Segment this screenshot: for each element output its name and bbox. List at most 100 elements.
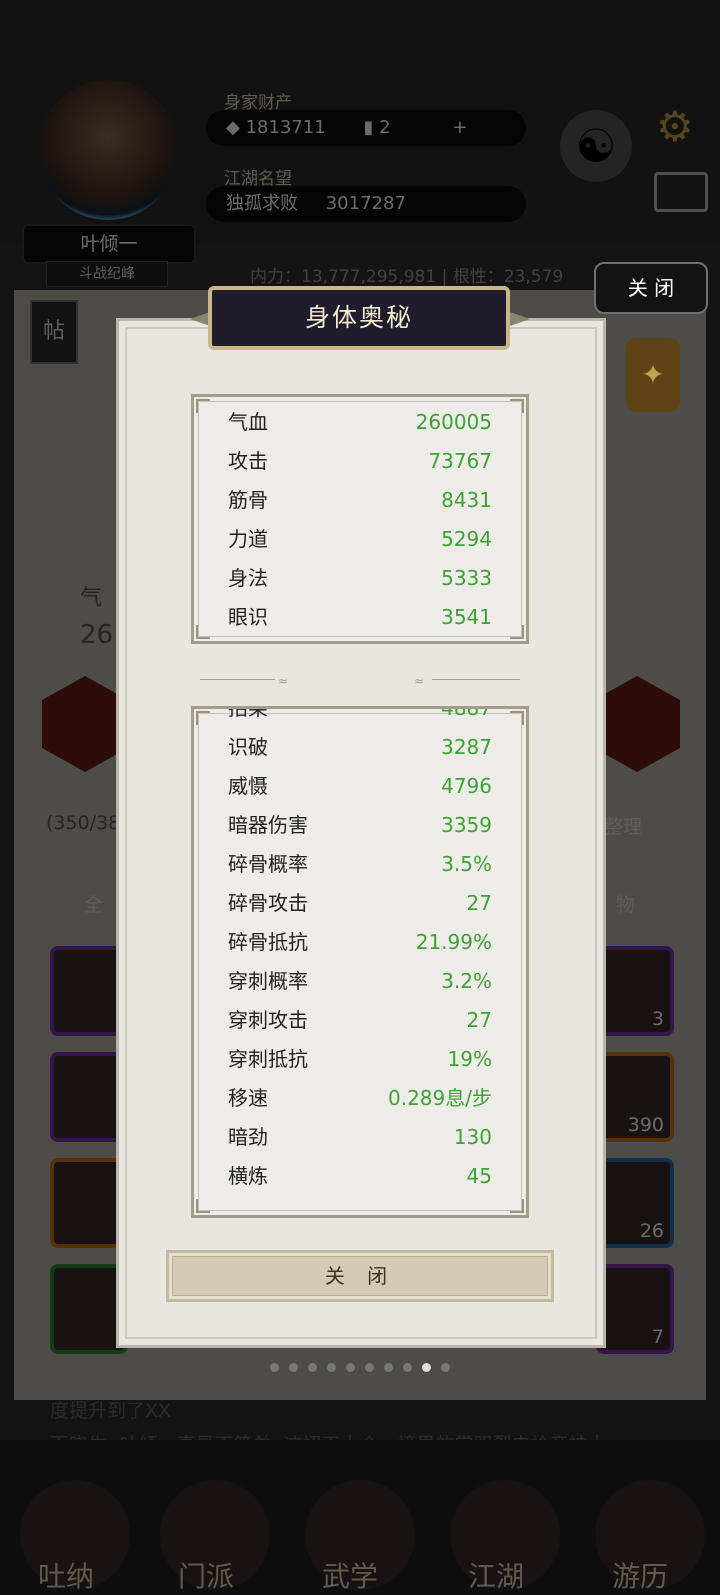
section-divider: ≈ ≈ (200, 674, 520, 688)
stat-name: 攻击 (228, 449, 268, 473)
nav-label: 吐纳 (38, 1560, 95, 1593)
reputation-pill: 独孤求败 3017287 (206, 186, 526, 222)
stat-row: 威慑 4796 (228, 767, 492, 806)
inventory-slot[interactable]: 3 (596, 946, 674, 1036)
stat-row: 筋骨 8431 (228, 481, 492, 520)
stat-value: 3.2% (441, 969, 492, 993)
stat-row: 穿刺概率 3.2% (228, 962, 492, 1001)
nav-label: 门派 (178, 1560, 235, 1593)
dialog-title: 身体奥秘 (208, 286, 510, 350)
stat-row: 招架 4887 (228, 709, 492, 728)
player-title: 独孤求败 (226, 193, 298, 214)
stat-value: 5333 (441, 566, 492, 590)
advanced-stats-scroll[interactable]: 招架 4887 识破 3287 威慑 4796 暗器伤害 3359 碎骨概率 3.5% 碎骨攻击 27… (194, 709, 526, 1215)
player-rank: 斗战纪峰 (46, 261, 168, 287)
page-dot (403, 1363, 412, 1372)
stat-name: 威慑 (228, 774, 268, 798)
stat-value: 27 (466, 891, 492, 915)
stat-value: 4796 (441, 774, 492, 798)
stat-value: 8431 (441, 488, 492, 512)
player-name: 叶倾一 (22, 224, 196, 264)
gear-icon[interactable]: ⚙ (656, 102, 694, 151)
close-top-button[interactable]: 关 闭 (594, 262, 708, 314)
reputation-value: 3017287 (325, 193, 406, 214)
basic-stats-box: 气血 260005 攻击 73767 筋骨 8431 力道 5294 身法 5333 眼识 3541 (191, 394, 529, 644)
stat-row: 身法 5333 (228, 559, 492, 598)
stat-value: 19% (447, 1047, 492, 1071)
stat-value: 130 (453, 1125, 492, 1149)
sort-button[interactable]: 整理 (604, 812, 642, 839)
bag-capacity: (350/38 (46, 812, 121, 834)
inventory-slot[interactable]: 7 (596, 1264, 674, 1354)
taiji-icon[interactable]: ☯ (560, 110, 632, 182)
stat-name: 碎骨概率 (228, 852, 308, 876)
page-dot (270, 1363, 279, 1372)
inventory-slot[interactable]: 26 (596, 1158, 674, 1248)
page-dot (346, 1363, 355, 1372)
stat-name: 移速 (228, 1086, 268, 1110)
advanced-stats-box[interactable]: 招架 4887 识破 3287 威慑 4796 暗器伤害 3359 碎骨概率 3.5% 碎骨攻击 27… (191, 706, 529, 1218)
page-dot (327, 1363, 336, 1372)
stat-name: 暗器伤害 (228, 813, 308, 837)
nav-label: 江湖 (468, 1560, 525, 1593)
stat-name: 穿刺攻击 (228, 1008, 308, 1032)
page-dot (365, 1363, 374, 1372)
close-button[interactable]: 关 闭 (166, 1250, 554, 1302)
stat-name: 力道 (228, 527, 268, 551)
gold-amount: 1813711 (245, 117, 326, 138)
nav-label: 武学 (322, 1560, 379, 1593)
avatar[interactable] (38, 80, 178, 220)
stat-value: 27 (466, 1008, 492, 1032)
stat-row: 碎骨抵抗 21.99% (228, 923, 492, 962)
stat-name: 穿刺概率 (228, 969, 308, 993)
stat-name: 眼识 (228, 605, 268, 629)
slot-count: 390 (627, 1114, 664, 1136)
stat-name: 碎骨抵抗 (228, 930, 308, 954)
slot-count: 26 (639, 1220, 664, 1242)
stat-value: 3.5% (441, 852, 492, 876)
stat-value: 3359 (441, 813, 492, 837)
page-dot (289, 1363, 298, 1372)
stat-name: 识破 (228, 735, 268, 759)
stat-name: 暗劲 (228, 1125, 268, 1149)
slot-count: 7 (651, 1326, 664, 1348)
stat-value: 0.289息/步 (388, 1086, 492, 1110)
filter-all-tab[interactable]: 全 (84, 890, 103, 917)
page-dot (441, 1363, 450, 1372)
stat-value: 3541 (441, 605, 492, 629)
stat-row: 眼识 3541 (228, 598, 492, 637)
stat-row: 力道 5294 (228, 520, 492, 559)
log-line: 度提升到了XX (50, 1400, 172, 1422)
stat-value: 21.99% (415, 930, 492, 954)
stat-value: 4887 (441, 709, 492, 728)
stat-value: 45 (466, 1164, 492, 1188)
wealth-pill: ◆ 1813711 ▮ 2 + (206, 110, 526, 146)
stat-row: 移速 0.289息/步 (228, 1079, 492, 1118)
ticket-amount: 2 (379, 117, 391, 138)
gold-icon: ◆ (226, 117, 240, 138)
stat-strip: 内力：13,777,295,981 | 根性：23,579 (250, 267, 564, 287)
stat-row: 穿刺抵抗 19% (228, 1040, 492, 1079)
nav-label: 游历 (612, 1560, 669, 1593)
add-ticket-button[interactable]: + (452, 117, 467, 138)
stat-row: 暗劲 130 (228, 1118, 492, 1157)
rank-badge-icon[interactable]: ✦ (626, 338, 680, 412)
hp-value-partial: 26 (80, 620, 114, 650)
stat-name: 气血 (228, 410, 268, 434)
stat-row: 穿刺攻击 27 (228, 1001, 492, 1040)
stat-row: 暗器伤害 3359 (228, 806, 492, 845)
stat-row: 碎骨攻击 27 (228, 884, 492, 923)
stat-value: 260005 (415, 410, 492, 434)
stat-name: 穿刺抵抗 (228, 1047, 308, 1071)
filter-item-tab[interactable]: 物 (616, 890, 635, 917)
inventory-slot[interactable]: 390 (596, 1052, 674, 1142)
ticket-icon: ▮ (363, 117, 374, 138)
stat-name: 身法 (228, 566, 268, 590)
mail-icon[interactable] (654, 172, 708, 212)
stat-name: 横炼 (228, 1164, 268, 1188)
post-sticker-button[interactable]: 帖 (30, 300, 78, 364)
stat-row: 横炼 45 (228, 1157, 492, 1196)
stat-name: 碎骨攻击 (228, 891, 308, 915)
page-dot (422, 1363, 431, 1372)
stat-value: 3287 (441, 735, 492, 759)
